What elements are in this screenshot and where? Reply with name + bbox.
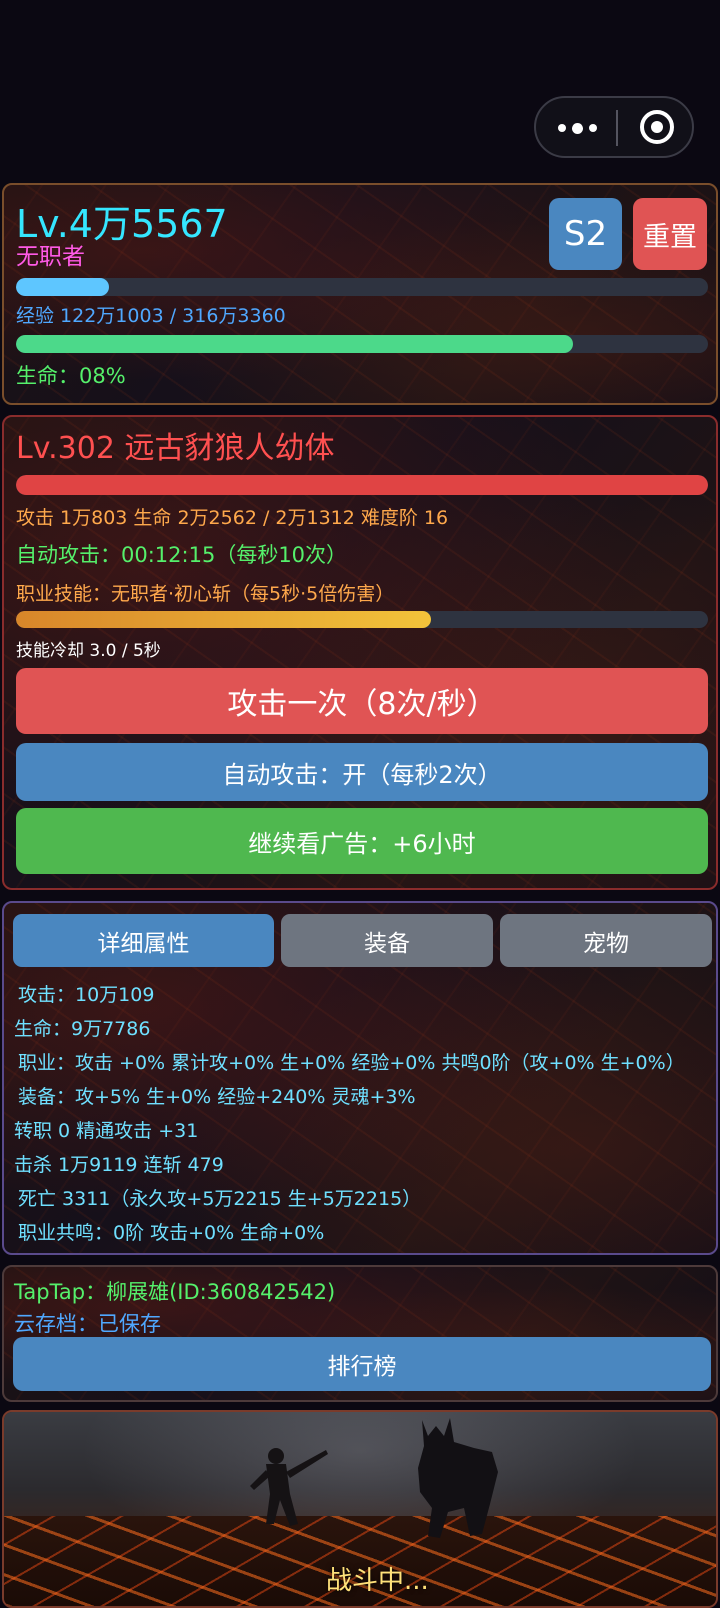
- stat-transfer: 转职 0 精通攻击 +31: [14, 1120, 199, 1142]
- monster-panel: Lv.302 远古豺狼人幼体 攻击 1万803 生命 2万2562 / 2万13…: [2, 415, 718, 890]
- account-panel: TapTap：柳展雄(ID:360842542) 云存档：已保存 排行榜: [2, 1265, 718, 1402]
- battle-panel: 战斗中...: [2, 1410, 718, 1608]
- monster-title: Lv.302 远古豺狼人幼体: [16, 431, 335, 466]
- capsule-divider: [616, 110, 618, 146]
- cooldown-text: 技能冷却 3.0 / 5秒: [16, 641, 161, 661]
- skill-cooldown-bar: [16, 611, 708, 628]
- tab-details[interactable]: 详细属性: [13, 914, 274, 967]
- hp-bar-fill: [16, 335, 574, 353]
- stat-attack: 攻击：10万109: [18, 984, 155, 1006]
- taptap-account: TapTap：柳展雄(ID:360842542): [14, 1280, 336, 1304]
- monster-silhouette: [418, 1418, 498, 1538]
- stat-class: 职业：攻击 +0% 累计攻+0% 生+0% 经验+0% 共鸣0阶（攻+0% 生+…: [18, 1052, 685, 1074]
- player-class: 无职者: [16, 244, 85, 270]
- top-bar: [0, 0, 720, 180]
- player-panel: Lv.4万5567 无职者 S2 重置 经验 122万1003 / 316万33…: [2, 183, 718, 405]
- monster-hp-fill: [16, 475, 708, 495]
- watch-ad-button[interactable]: 继续看广告：+6小时: [16, 808, 708, 874]
- stat-kills: 击杀 1万9119 连斩 479: [14, 1154, 224, 1176]
- battle-status: 战斗中...: [326, 1566, 429, 1596]
- monster-hp-bar: [16, 475, 708, 495]
- season-button[interactable]: S2: [549, 198, 622, 270]
- auto-attack-timer: 自动攻击：00:12:15（每秒10次）: [16, 543, 348, 567]
- exp-bar-fill: [16, 278, 110, 296]
- tab-pets[interactable]: 宠物: [500, 914, 712, 967]
- skill-cooldown-fill: [16, 611, 432, 628]
- hp-text: 生命：08%: [16, 364, 126, 388]
- target-icon[interactable]: [640, 110, 674, 144]
- stat-deaths: 死亡 3311（永久攻+5万2215 生+5万2215）: [18, 1188, 422, 1210]
- monster-info: 攻击 1万803 生命 2万2562 / 2万1312 难度阶 16: [16, 507, 449, 529]
- hero-silhouette: [250, 1448, 328, 1526]
- stats-panel: 详细属性 装备 宠物 攻击：10万109 生命：9万7786 职业：攻击 +0%…: [2, 901, 718, 1255]
- skill-description: 职业技能：无职者·初心斩（每5秒·5倍伤害）: [16, 583, 395, 605]
- stat-hp: 生命：9万7786: [14, 1018, 151, 1040]
- exp-bar: [16, 278, 708, 296]
- cloud-save-status: 云存档：已保存: [14, 1312, 161, 1336]
- reset-button[interactable]: 重置: [633, 198, 707, 270]
- mini-program-capsule: [534, 96, 694, 158]
- exp-text: 经验 122万1003 / 316万3360: [16, 305, 286, 327]
- tab-equipment[interactable]: 装备: [281, 914, 493, 967]
- attack-once-button[interactable]: 攻击一次（8次/秒）: [16, 668, 708, 734]
- stat-equipment: 装备：攻+5% 生+0% 经验+240% 灵魂+3%: [18, 1086, 416, 1108]
- more-dots-icon[interactable]: [558, 119, 602, 137]
- stat-resonance: 职业共鸣：0阶 攻击+0% 生命+0%: [18, 1222, 325, 1244]
- auto-attack-button[interactable]: 自动攻击：开（每秒2次）: [16, 743, 708, 801]
- hp-bar: [16, 335, 708, 353]
- leaderboard-button[interactable]: 排行榜: [13, 1337, 711, 1391]
